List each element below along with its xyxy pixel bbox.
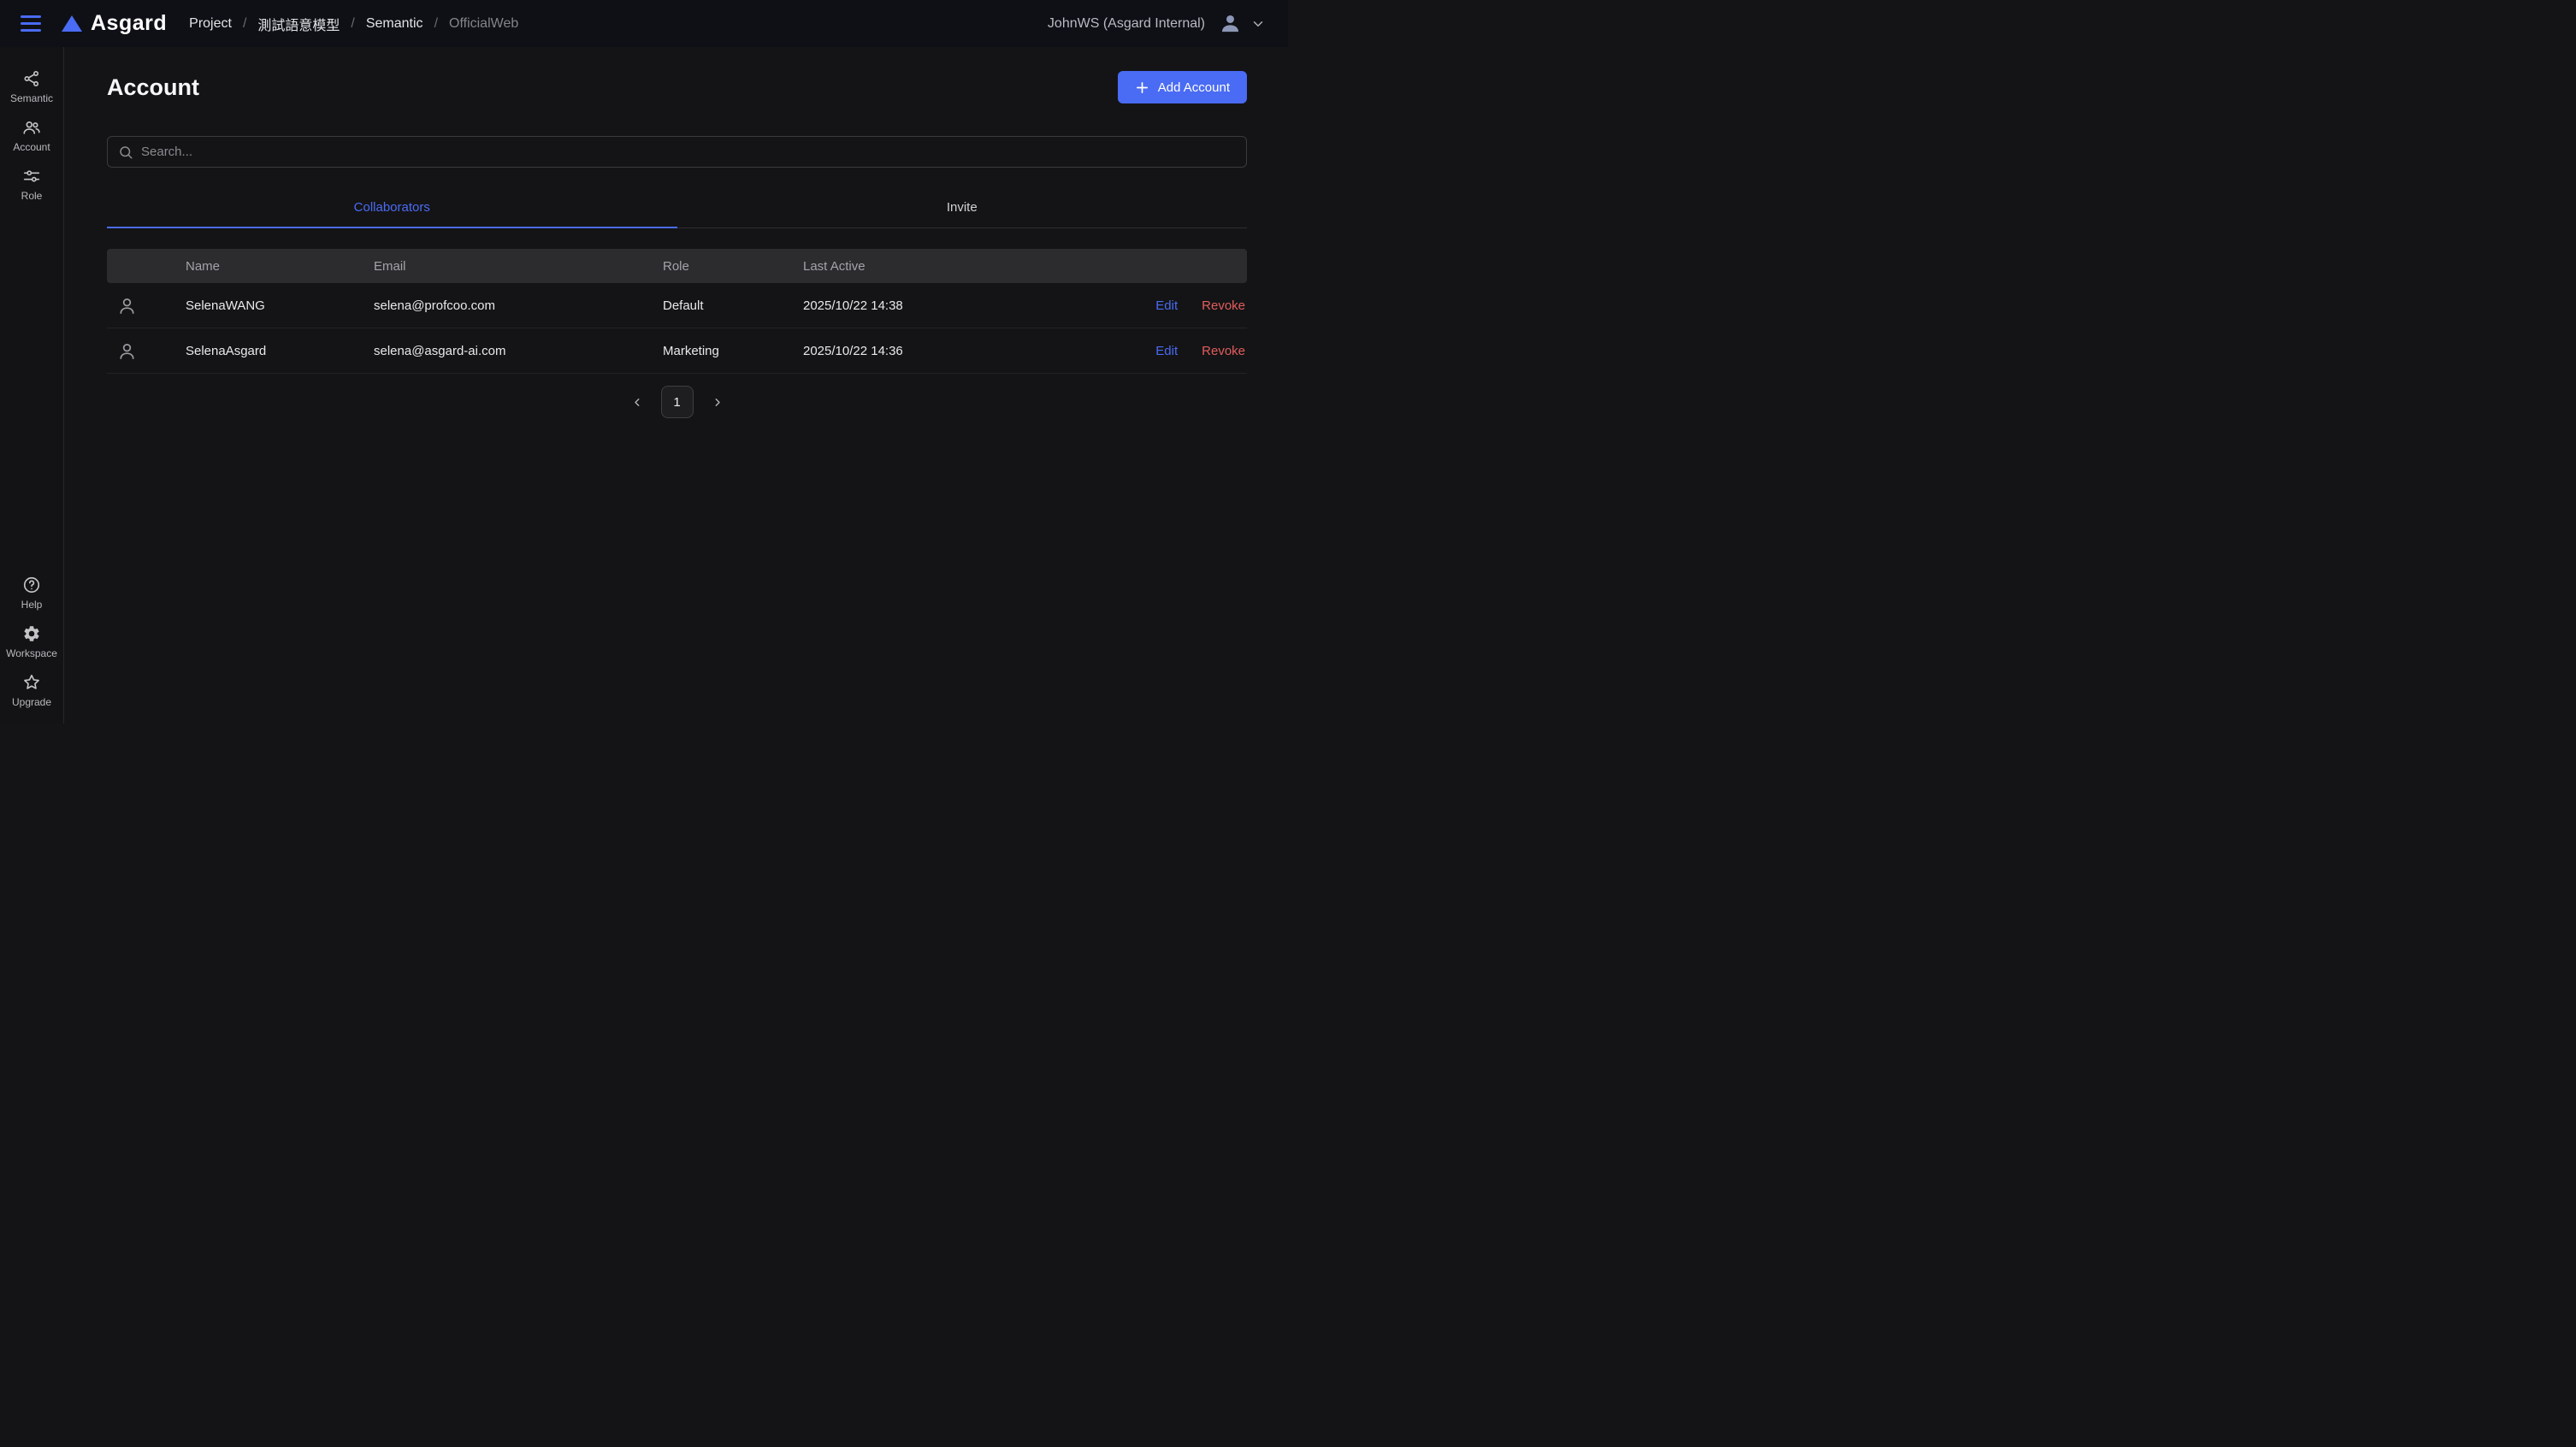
edit-link[interactable]: Edit	[1155, 298, 1178, 313]
pagination-prev-button[interactable]	[628, 393, 647, 412]
menu-icon[interactable]	[21, 15, 41, 32]
cell-name: SelenaWANG	[186, 298, 374, 313]
chevron-left-icon	[631, 396, 644, 409]
topbar: Asgard Project / 測試語意模型 / Semantic / Off…	[0, 0, 1288, 47]
sidebar-item-semantic[interactable]: Semantic	[10, 69, 53, 104]
header-name: Name	[186, 259, 374, 274]
breadcrumb-item-model[interactable]: 測試語意模型	[257, 14, 340, 34]
header-last-active: Last Active	[803, 259, 1119, 274]
search-icon	[118, 145, 133, 160]
semantic-icon	[22, 69, 41, 88]
breadcrumb: Project / 測試語意模型 / Semantic / OfficialWe…	[189, 14, 518, 34]
sidebar-label-workspace: Workspace	[6, 647, 57, 659]
sidebar-item-account[interactable]: Account	[13, 118, 50, 153]
gear-icon	[22, 624, 41, 643]
brand[interactable]: Asgard	[62, 11, 167, 36]
breadcrumb-item-semantic[interactable]: Semantic	[366, 16, 423, 32]
table-header-row: Name Email Role Last Active	[107, 249, 1247, 283]
users-icon	[22, 118, 41, 137]
main-content: Account Add Account Collaborators Invite…	[64, 47, 1288, 724]
pagination-page[interactable]: 1	[661, 386, 694, 418]
sidebar-item-help[interactable]: Help	[21, 576, 43, 611]
sidebar-label-semantic: Semantic	[10, 92, 53, 104]
cell-last-active: 2025/10/22 14:36	[803, 344, 1119, 358]
sidebar-item-upgrade[interactable]: Upgrade	[12, 673, 51, 708]
breadcrumb-item-project[interactable]: Project	[189, 16, 232, 32]
edit-link[interactable]: Edit	[1155, 344, 1178, 358]
tab-collaborators[interactable]: Collaborators	[107, 200, 677, 228]
accounts-table: Name Email Role Last Active SelenaWANG s…	[107, 249, 1247, 374]
pagination: 1	[107, 386, 1247, 418]
star-icon	[22, 673, 41, 692]
table-row: SelenaWANG selena@profcoo.com Default 20…	[107, 283, 1247, 328]
tab-invite[interactable]: Invite	[677, 200, 1248, 228]
sidebar-label-account: Account	[13, 141, 50, 153]
help-icon	[22, 576, 41, 594]
revoke-link[interactable]: Revoke	[1202, 344, 1245, 358]
cell-email: selena@profcoo.com	[374, 298, 663, 313]
user-avatar-icon[interactable]	[1219, 12, 1242, 35]
breadcrumb-item-officialweb: OfficialWeb	[449, 16, 518, 32]
add-account-label: Add Account	[1158, 80, 1230, 95]
header-email: Email	[374, 259, 663, 274]
sliders-icon	[22, 167, 41, 186]
cell-role: Marketing	[663, 344, 803, 358]
brand-name: Asgard	[91, 11, 167, 36]
cell-last-active: 2025/10/22 14:38	[803, 298, 1119, 313]
revoke-link[interactable]: Revoke	[1202, 298, 1245, 313]
search-input[interactable]	[141, 145, 1236, 159]
sidebar-label-help: Help	[21, 599, 43, 611]
chevron-right-icon	[711, 396, 724, 409]
user-menu[interactable]: JohnWS (Asgard Internal)	[1048, 12, 1266, 35]
asgard-logo-icon	[62, 15, 82, 32]
cell-email: selena@asgard-ai.com	[374, 344, 663, 358]
chevron-down-icon[interactable]	[1250, 16, 1266, 32]
cell-role: Default	[663, 298, 803, 313]
user-name: JohnWS (Asgard Internal)	[1048, 16, 1205, 32]
sidebar-item-role[interactable]: Role	[21, 167, 43, 202]
add-account-button[interactable]: Add Account	[1118, 71, 1247, 103]
breadcrumb-separator: /	[243, 16, 246, 32]
sidebar-label-upgrade: Upgrade	[12, 696, 51, 708]
breadcrumb-separator: /	[434, 16, 438, 32]
avatar-icon	[117, 341, 137, 361]
sidebar-item-workspace[interactable]: Workspace	[6, 624, 57, 659]
breadcrumb-separator: /	[351, 16, 354, 32]
header-role: Role	[663, 259, 803, 274]
table-row: SelenaAsgard selena@asgard-ai.com Market…	[107, 328, 1247, 374]
sidebar-label-role: Role	[21, 190, 43, 202]
pagination-next-button[interactable]	[707, 393, 727, 412]
search-bar	[107, 136, 1247, 168]
cell-name: SelenaAsgard	[186, 344, 374, 358]
tabs: Collaborators Invite	[107, 200, 1247, 228]
sidebar: Semantic Account Role	[0, 47, 64, 724]
avatar-icon	[117, 296, 137, 316]
plus-icon	[1135, 80, 1149, 95]
page-title: Account	[107, 74, 199, 101]
